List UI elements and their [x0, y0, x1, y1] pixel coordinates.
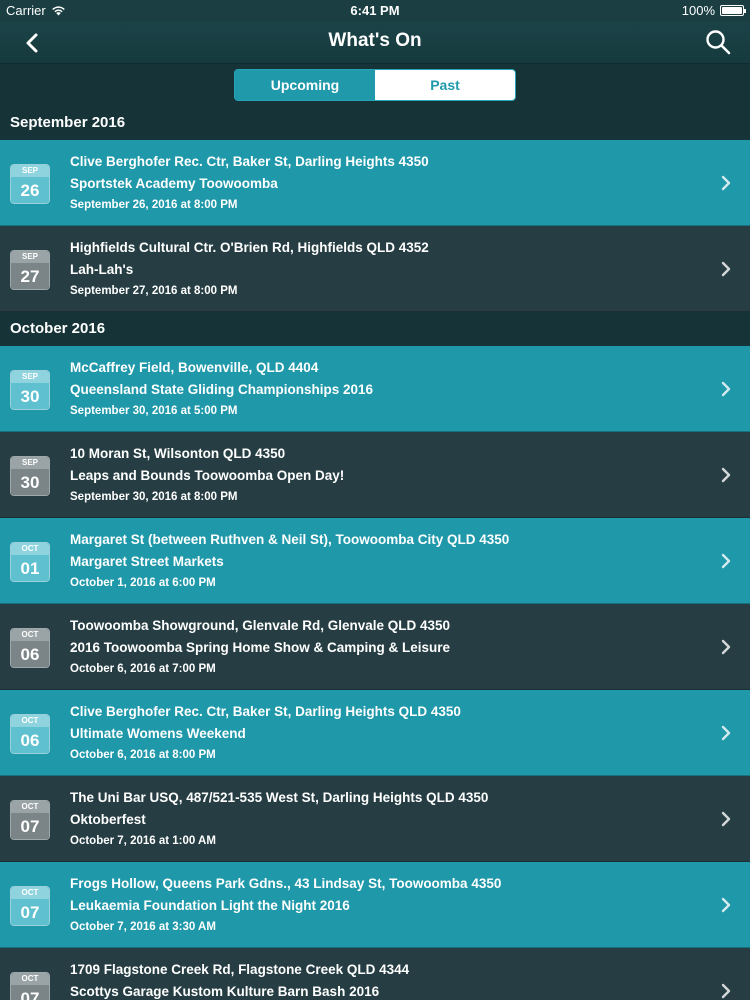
event-name: Scottys Garage Kustom Kulture Barn Bash …	[70, 984, 380, 999]
chevron-right-icon	[721, 381, 731, 397]
chevron-right-icon	[721, 467, 731, 483]
calendar-date-icon: OCT 06	[10, 628, 50, 668]
event-datetime: October 6, 2016 at 8:00 PM	[70, 749, 216, 761]
status-time: 6:41 PM	[350, 3, 400, 18]
event-name: Ultimate Womens Weekend	[70, 726, 246, 741]
search-icon[interactable]	[704, 28, 732, 56]
date-month: OCT	[11, 801, 49, 813]
date-day: 27	[11, 263, 49, 289]
event-datetime: September 30, 2016 at 8:00 PM	[70, 491, 238, 503]
calendar-date-icon: OCT 07	[10, 972, 50, 1000]
date-month: OCT	[11, 629, 49, 641]
tab-past[interactable]: Past	[375, 70, 515, 100]
date-day: 26	[11, 177, 49, 203]
date-month: SEP	[11, 251, 49, 263]
event-name: Sportstek Academy Toowoomba	[70, 176, 278, 191]
date-day: 30	[11, 383, 49, 409]
event-row[interactable]: OCT 06 Clive Berghofer Rec. Ctr, Baker St,…	[0, 690, 750, 776]
event-venue: Toowoomba Showground, Glenvale Rd, Glenv…	[70, 618, 451, 633]
date-day: 06	[11, 727, 49, 753]
event-name: Lah-Lah's	[70, 262, 134, 277]
chevron-right-icon	[721, 983, 731, 999]
event-venue: The Uni Bar USQ, 487/521-535 West St, Da…	[70, 790, 489, 805]
chevron-right-icon	[721, 639, 731, 655]
event-datetime: September 30, 2016 at 5:00 PM	[70, 405, 238, 417]
events-list: September 2016 SEP 26 Clive Berghofer Rec. …	[0, 106, 750, 1000]
event-row[interactable]: OCT 01 Margaret St (between Ruthven & Neil…	[0, 518, 750, 604]
event-venue: McCaffrey Field, Bowenville, QLD 4404	[70, 360, 319, 375]
calendar-date-icon: SEP 27	[10, 250, 50, 290]
event-row[interactable]: SEP 26 Clive Berghofer Rec. Ctr, Baker St,…	[0, 140, 750, 226]
chevron-right-icon	[721, 261, 731, 277]
date-day: 06	[11, 641, 49, 667]
date-day: 01	[11, 555, 49, 581]
event-row[interactable]: SEP 30 McCaffrey Field, Bowenville, QLD 44…	[0, 346, 750, 432]
date-day: 30	[11, 469, 49, 495]
event-row[interactable]: OCT 06 Toowoomba Showground, Glenvale Rd, …	[0, 604, 750, 690]
event-name: Leukaemia Foundation Light the Night 201…	[70, 898, 350, 913]
event-venue: 10 Moran St, Wilsonton QLD 4350	[70, 446, 286, 461]
event-venue: Margaret St (between Ruthven & Neil St),…	[70, 532, 510, 547]
event-row[interactable]: SEP 27 Highfields Cultural Ctr. O'Brien Rd…	[0, 226, 750, 312]
event-datetime: October 7, 2016 at 1:00 AM	[70, 835, 216, 847]
section-header: October 2016	[0, 312, 750, 346]
calendar-date-icon: SEP 30	[10, 456, 50, 496]
chevron-right-icon	[721, 175, 731, 191]
event-row[interactable]: OCT 07 The Uni Bar USQ, 487/521-535 West S…	[0, 776, 750, 862]
date-day: 07	[11, 985, 49, 1000]
event-name: Oktoberfest	[70, 812, 146, 827]
date-month: SEP	[11, 371, 49, 383]
event-venue: Clive Berghofer Rec. Ctr, Baker St, Darl…	[70, 704, 461, 719]
date-day: 07	[11, 899, 49, 925]
date-month: OCT	[11, 715, 49, 727]
section-header: September 2016	[0, 106, 750, 140]
event-name: 2016 Toowoomba Spring Home Show & Campin…	[70, 640, 451, 655]
event-datetime: October 7, 2016 at 3:30 AM	[70, 921, 216, 933]
event-venue: Frogs Hollow, Queens Park Gdns., 43 Lind…	[70, 876, 502, 891]
event-venue: Highfields Cultural Ctr. O'Brien Rd, Hig…	[70, 240, 429, 255]
event-datetime: September 26, 2016 at 8:00 PM	[70, 199, 238, 211]
event-datetime: September 27, 2016 at 8:00 PM	[70, 285, 238, 297]
segment-bar: Upcoming Past	[0, 64, 750, 106]
calendar-date-icon: SEP 30	[10, 370, 50, 410]
battery-percent: 100%	[681, 3, 715, 18]
date-month: SEP	[11, 457, 49, 469]
date-month: OCT	[11, 887, 49, 899]
calendar-date-icon: SEP 26	[10, 164, 50, 204]
nav-bar: What's On	[0, 22, 750, 64]
event-row[interactable]: OCT 07 Frogs Hollow, Queens Park Gdns., 43…	[0, 862, 750, 948]
date-month: OCT	[11, 973, 49, 985]
event-row[interactable]: OCT 07 1709 Flagstone Creek Rd, Flagstone …	[0, 948, 750, 1000]
chevron-right-icon	[721, 811, 731, 827]
date-month: OCT	[11, 543, 49, 555]
event-name: Leaps and Bounds Toowoomba Open Day!	[70, 468, 345, 483]
event-venue: Clive Berghofer Rec. Ctr, Baker St, Darl…	[70, 154, 429, 169]
event-venue: 1709 Flagstone Creek Rd, Flagstone Creek…	[70, 962, 410, 977]
event-name: Queensland State Gliding Championships 2…	[70, 382, 374, 397]
status-bar: Carrier 6:41 PM 100%	[0, 0, 750, 22]
event-name: Margaret Street Markets	[70, 554, 224, 569]
date-day: 07	[11, 813, 49, 839]
event-datetime: October 6, 2016 at 7:00 PM	[70, 663, 216, 675]
segmented-control: Upcoming Past	[234, 69, 516, 101]
page-title: What's On	[328, 30, 422, 51]
chevron-right-icon	[721, 725, 731, 741]
chevron-right-icon	[721, 897, 731, 913]
chevron-right-icon	[721, 553, 731, 569]
date-month: SEP	[11, 165, 49, 177]
calendar-date-icon: OCT 07	[10, 800, 50, 840]
tab-upcoming[interactable]: Upcoming	[235, 70, 375, 100]
event-row[interactable]: SEP 30 10 Moran St, Wilsonton QLD 4350 Leap…	[0, 432, 750, 518]
event-datetime: October 1, 2016 at 6:00 PM	[70, 577, 216, 589]
calendar-date-icon: OCT 07	[10, 886, 50, 926]
battery-group: 100%	[681, 3, 746, 18]
calendar-date-icon: OCT 06	[10, 714, 50, 754]
battery-icon	[720, 5, 746, 16]
calendar-date-icon: OCT 01	[10, 542, 50, 582]
